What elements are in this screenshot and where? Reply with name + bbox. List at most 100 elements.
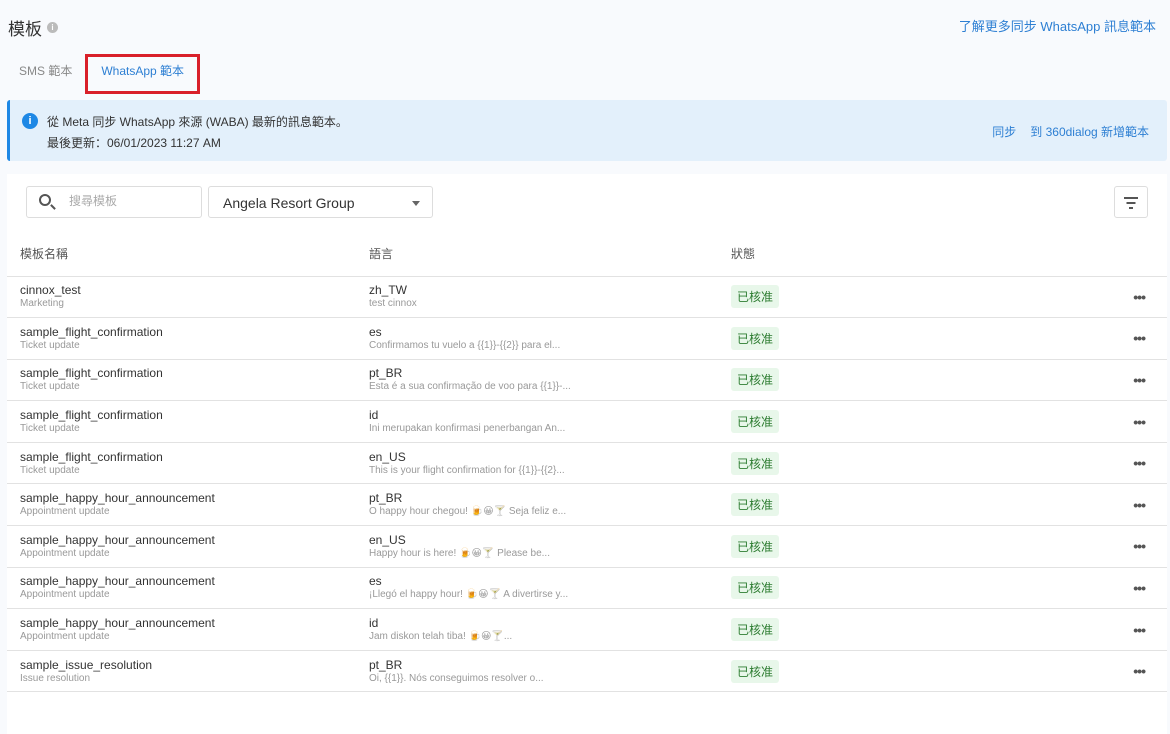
language-cell: id Ini merupakan konfirmasi penerbangan A… <box>369 400 731 443</box>
filter-icon-line <box>1129 207 1133 209</box>
template-language: es <box>369 324 382 339</box>
template-preview: O happy hour chegou! 🍺😀🍸 Seja feliz e... <box>369 506 567 518</box>
status-cell: 已核准 <box>731 442 988 485</box>
status-badge: 已核准 <box>731 285 780 309</box>
name-cell: sample_happy_hour_announcement Appointmen… <box>7 608 369 651</box>
table-row[interactable]: sample_flight_confirmation Ticket update … <box>7 442 1167 485</box>
template-language: en_US <box>369 449 406 464</box>
column-header-status[interactable]: 狀態 <box>731 232 988 277</box>
more-actions-icon[interactable]: ••• <box>987 567 1167 610</box>
table-row[interactable]: sample_happy_hour_announcement Appointmen… <box>7 525 1167 568</box>
templates-table: 模板名稱 語言 狀態 cinnox_test Marketing zh_TW tes… <box>7 232 1167 693</box>
template-category: Appointment update <box>20 589 110 601</box>
template-name: sample_flight_confirmation <box>20 366 163 381</box>
info-icon[interactable]: i <box>47 22 58 33</box>
template-name: sample_flight_confirmation <box>20 324 163 339</box>
table-row[interactable]: sample_flight_confirmation Ticket update … <box>7 400 1167 443</box>
learn-more-link[interactable]: 了解更多同步 WhatsApp 訊息範本 <box>959 16 1156 35</box>
template-category: Appointment update <box>20 631 110 643</box>
name-cell: sample_flight_confirmation Ticket update <box>7 400 369 443</box>
tabs: SMS 範本 WhatsApp 範本 <box>8 54 201 94</box>
template-name: sample_happy_hour_announcement <box>20 616 215 631</box>
language-cell: es ¡Llegó el happy hour! 🍺😀🍸 A divertirse… <box>369 567 731 610</box>
template-preview: Happy hour is here! 🍺😀🍸 Please be... <box>369 547 550 559</box>
language-cell: es Confirmamos tu vuelo a {{1}}-{{2}} par… <box>369 317 731 360</box>
more-actions-icon[interactable]: ••• <box>987 608 1167 651</box>
template-category: Ticket update <box>20 339 80 351</box>
info-icon: i <box>22 113 38 129</box>
status-cell: 已核准 <box>731 567 988 610</box>
template-preview: Jam diskon telah tiba! 🍺😀🍸... <box>369 631 513 643</box>
search-box[interactable] <box>26 186 202 218</box>
filter-button[interactable] <box>1114 186 1148 218</box>
template-preview: Oi, {{1}}. Nós conseguimos resolver o... <box>369 672 544 684</box>
status-cell: 已核准 <box>731 317 988 360</box>
template-preview: This is your flight confirmation for {{1… <box>369 464 565 476</box>
table-row[interactable]: sample_issue_resolution Issue resolution … <box>7 650 1167 693</box>
template-language: id <box>369 408 379 423</box>
chevron-down-icon <box>412 201 420 206</box>
name-cell: sample_flight_confirmation Ticket update <box>7 359 369 402</box>
sync-button[interactable]: 同步 <box>992 123 1016 140</box>
template-name: sample_flight_confirmation <box>20 408 163 423</box>
status-badge: 已核准 <box>731 368 780 392</box>
status-cell: 已核准 <box>731 650 988 693</box>
banner-message: 從 Meta 同步 WhatsApp 來源 (WABA) 最新的訊息範本。 <box>47 115 348 129</box>
table-row[interactable]: cinnox_test Marketing zh_TW test cinnox 已核… <box>7 276 1167 319</box>
template-language: es <box>369 574 382 589</box>
more-actions-icon[interactable]: ••• <box>987 525 1167 568</box>
template-category: Ticket update <box>20 423 80 435</box>
page-title-text: 模板 <box>8 20 42 39</box>
add-template-link[interactable]: 到 360dialog 新增範本 <box>1030 123 1149 140</box>
template-name: sample_happy_hour_announcement <box>20 491 215 506</box>
last-updated: 最後更新：06/01/2023 11:27 AM <box>47 136 221 150</box>
name-cell: sample_happy_hour_announcement Appointmen… <box>7 483 369 527</box>
language-cell: id Jam diskon telah tiba! 🍺😀🍸... <box>369 608 731 651</box>
account-select[interactable]: Angela Resort Group <box>208 186 433 218</box>
tab-sms[interactable]: SMS 範本 <box>8 54 83 94</box>
status-badge: 已核准 <box>731 659 780 683</box>
template-category: Appointment update <box>20 506 110 518</box>
more-actions-icon[interactable]: ••• <box>987 359 1167 402</box>
search-input[interactable] <box>69 194 189 208</box>
status-badge: 已核准 <box>731 534 780 558</box>
more-actions-icon[interactable]: ••• <box>987 317 1167 360</box>
template-name: sample_happy_hour_announcement <box>20 574 215 589</box>
status-cell: 已核准 <box>731 276 988 319</box>
template-language: id <box>369 616 379 631</box>
column-header-name[interactable]: 模板名稱 <box>7 232 369 277</box>
more-actions-icon[interactable]: ••• <box>987 650 1167 693</box>
template-language: pt_BR <box>369 366 403 381</box>
template-category: Ticket update <box>20 381 80 393</box>
template-category: Issue resolution <box>20 672 91 684</box>
name-cell: sample_happy_hour_announcement Appointmen… <box>7 567 369 610</box>
table-row[interactable]: sample_happy_hour_announcement Appointmen… <box>7 567 1167 610</box>
template-category: Marketing <box>20 298 64 310</box>
more-actions-icon[interactable]: ••• <box>987 483 1167 527</box>
more-actions-icon[interactable]: ••• <box>987 276 1167 319</box>
status-cell: 已核准 <box>731 525 988 568</box>
more-actions-icon[interactable]: ••• <box>987 442 1167 485</box>
table-row[interactable]: sample_flight_confirmation Ticket update … <box>7 317 1167 360</box>
template-category: Appointment update <box>20 547 110 559</box>
template-preview: Ini merupakan konfirmasi penerbangan An.… <box>369 423 566 435</box>
name-cell: sample_issue_resolution Issue resolution <box>7 650 369 693</box>
column-header-language[interactable]: 語言 <box>369 232 731 277</box>
status-badge: 已核准 <box>731 493 780 517</box>
template-preview: Confirmamos tu vuelo a {{1}}-{{2}} para … <box>369 339 561 351</box>
name-cell: sample_happy_hour_announcement Appointmen… <box>7 525 369 568</box>
table-row[interactable]: sample_happy_hour_announcement Appointmen… <box>7 483 1167 527</box>
language-cell: en_US This is your flight confirmation fo… <box>369 442 731 485</box>
account-select-value: Angela Resort Group <box>223 195 355 211</box>
table-row[interactable]: sample_flight_confirmation Ticket update … <box>7 359 1167 402</box>
status-cell: 已核准 <box>731 359 988 402</box>
status-badge: 已核准 <box>731 326 780 350</box>
template-language: en_US <box>369 532 406 547</box>
table-row[interactable]: sample_happy_hour_announcement Appointmen… <box>7 608 1167 651</box>
template-category: Ticket update <box>20 464 80 476</box>
template-preview: ¡Llegó el happy hour! 🍺😀🍸 A divertirse y… <box>369 589 569 601</box>
tab-whatsapp[interactable]: WhatsApp 範本 <box>85 54 201 94</box>
templates-card: Angela Resort Group 模板名稱 語言 狀態 cinnox_te… <box>7 174 1167 734</box>
more-actions-icon[interactable]: ••• <box>987 400 1167 443</box>
filter-icon-line <box>1126 202 1136 204</box>
